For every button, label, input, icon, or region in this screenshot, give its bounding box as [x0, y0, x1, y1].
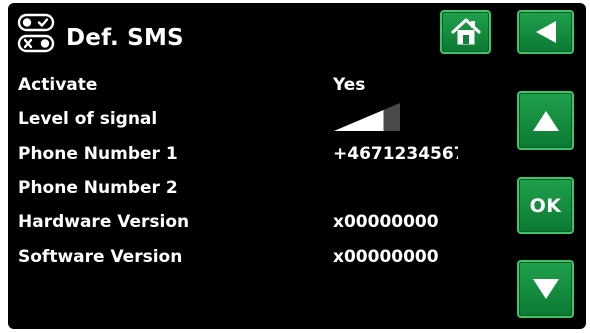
- row-hardware-version[interactable]: Hardware Version x00000000: [18, 212, 498, 242]
- arrow-up-icon: [532, 110, 559, 131]
- ok-button[interactable]: OK: [517, 177, 574, 234]
- home-button[interactable]: [440, 10, 491, 54]
- row-label: Activate: [18, 75, 98, 95]
- back-button[interactable]: [517, 10, 574, 54]
- row-phone-number-1[interactable]: Phone Number 1 +4671234567: [18, 144, 498, 174]
- row-software-version[interactable]: Software Version x00000000: [18, 247, 498, 277]
- row-label: Phone Number 1: [18, 144, 178, 164]
- row-label: Hardware Version: [18, 212, 190, 232]
- row-level-of-signal[interactable]: Level of signal: [18, 103, 498, 139]
- sms-toggle-icon: [17, 13, 57, 55]
- arrow-down-icon: [532, 279, 559, 299]
- row-value: x00000000: [333, 247, 439, 267]
- up-button[interactable]: [517, 91, 574, 150]
- ok-label: OK: [529, 194, 562, 217]
- signal-strength-icon: [334, 103, 400, 131]
- back-arrow-icon: [535, 21, 556, 43]
- page-title: Def. SMS: [66, 25, 184, 51]
- screen: Def. SMS OK Activate Yes Level of signal…: [8, 3, 586, 329]
- row-activate[interactable]: Activate Yes: [18, 75, 498, 105]
- row-phone-number-2[interactable]: Phone Number 2: [18, 178, 498, 208]
- row-value: Yes: [333, 75, 366, 95]
- home-icon: [450, 18, 481, 45]
- row-label: Software Version: [18, 247, 183, 267]
- row-value: +4671234567: [333, 144, 458, 164]
- row-value: x00000000: [333, 212, 439, 232]
- row-label: Phone Number 2: [18, 178, 178, 198]
- row-label: Level of signal: [18, 109, 158, 129]
- down-button[interactable]: [517, 260, 574, 318]
